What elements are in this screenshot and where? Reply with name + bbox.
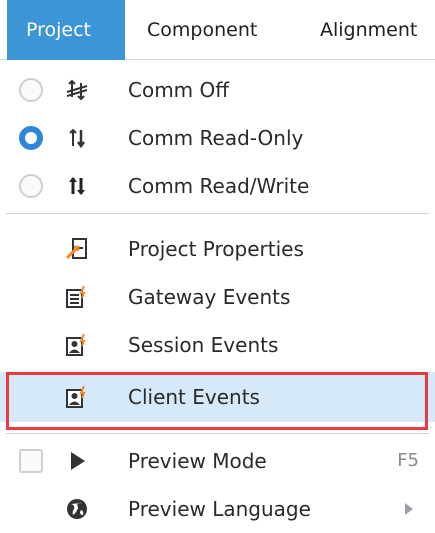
menu-item-label: Comm Off xyxy=(128,78,230,102)
comm-read-only-icon xyxy=(63,124,91,152)
menu-separator xyxy=(6,433,429,434)
menu-item-label: Comm Read/Write xyxy=(128,174,310,198)
menu-item-project-properties[interactable]: Project Properties xyxy=(0,225,435,273)
menu-item-label: Project Properties xyxy=(128,237,304,261)
project-properties-icon xyxy=(63,235,91,263)
menu-tab-alignment[interactable]: Alignment xyxy=(303,0,435,60)
menu-item-label: Preview Language xyxy=(128,497,311,521)
gateway-events-icon xyxy=(63,283,91,311)
comm-read-only-radio[interactable] xyxy=(19,126,43,150)
menu-item-label: Gateway Events xyxy=(128,285,291,309)
menu-item-client-events[interactable]: Client Events xyxy=(0,372,435,422)
menu-item-comm-read-only[interactable]: Comm Read-Only xyxy=(0,114,435,162)
menu-item-session-events[interactable]: Session Events xyxy=(0,321,435,369)
menu-item-label: Client Events xyxy=(128,385,260,409)
menu-item-comm-read-write[interactable]: Comm Read/Write xyxy=(0,162,435,210)
menu-item-gateway-events[interactable]: Gateway Events xyxy=(0,273,435,321)
session-events-icon xyxy=(63,331,91,359)
menu-item-label: Preview Mode xyxy=(128,449,267,473)
project-menu-dropdown: Comm Off Comm Read-Only Comm Read/Write … xyxy=(0,61,435,533)
menu-tab-component[interactable]: Component xyxy=(125,0,295,60)
designer-window: Project Component Alignment Comm Off Com… xyxy=(0,0,435,533)
menu-tab-project[interactable]: Project xyxy=(7,0,125,60)
menu-bar: Project Component Alignment xyxy=(0,0,435,60)
submenu-arrow-icon xyxy=(405,503,413,515)
menu-item-label: Comm Read-Only xyxy=(128,126,304,150)
menu-item-preview-language[interactable]: Preview Language xyxy=(0,485,435,533)
client-events-icon xyxy=(63,383,91,411)
comm-read-write-icon xyxy=(63,172,91,200)
menu-item-preview-mode[interactable]: Preview Mode F5 xyxy=(0,437,435,485)
globe-icon xyxy=(63,495,91,523)
keyboard-shortcut: F5 xyxy=(397,450,419,471)
menu-item-label: Session Events xyxy=(128,333,279,357)
comm-off-radio[interactable] xyxy=(19,78,43,102)
menu-item-comm-off[interactable]: Comm Off xyxy=(0,66,435,114)
play-icon xyxy=(63,447,91,475)
menu-separator xyxy=(6,213,429,214)
preview-mode-checkbox[interactable] xyxy=(19,449,43,473)
comm-off-icon xyxy=(63,76,91,104)
comm-read-write-radio[interactable] xyxy=(19,174,43,198)
